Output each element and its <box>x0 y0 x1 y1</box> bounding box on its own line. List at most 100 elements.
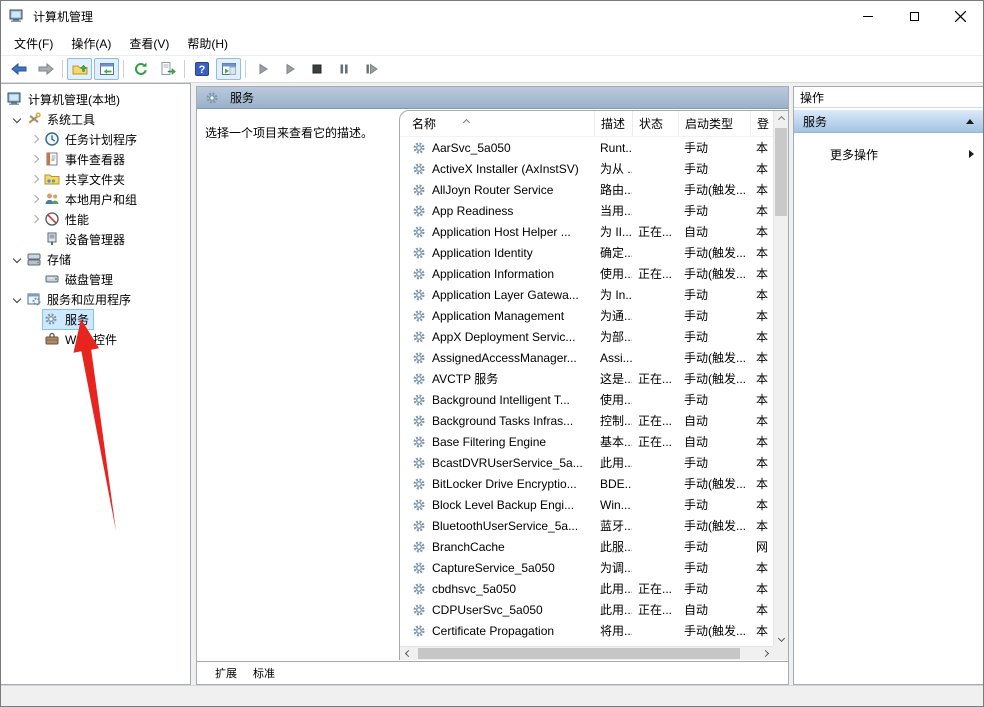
service-row[interactable]: AarSvc_5a050Runt...手动本 <box>400 137 773 158</box>
service-row[interactable]: AppX Deployment Servic...为部...手动本 <box>400 326 773 347</box>
tree-item-local-users-and-groups[interactable]: 本地用户和组 <box>1 189 190 209</box>
scroll-down-button[interactable] <box>774 630 788 646</box>
export-icon <box>160 61 176 77</box>
expander-open-icon[interactable] <box>9 116 25 122</box>
actions-pane-title: 操作 <box>794 87 983 108</box>
step-icon <box>363 61 379 77</box>
scroll-right-button[interactable] <box>757 647 773 660</box>
show-action-pane-button[interactable] <box>216 58 241 80</box>
service-startup-type: 手动(触发... <box>678 349 750 366</box>
tree-item-task-scheduler[interactable]: 任务计划程序 <box>1 129 190 149</box>
expander-closed-icon[interactable] <box>27 136 43 142</box>
pause-service-button[interactable] <box>331 58 356 80</box>
tree-item-services[interactable]: 服务 <box>1 309 190 329</box>
expander-open-icon[interactable] <box>9 256 25 262</box>
stop-service-button[interactable] <box>304 58 329 80</box>
menu-file[interactable]: 文件(F) <box>5 32 62 55</box>
show-console-tree-button[interactable] <box>67 58 92 80</box>
service-row[interactable]: Application Information使用...正在...手动(触发..… <box>400 263 773 284</box>
service-row[interactable]: cbdhsvc_5a050此用...正在...手动本 <box>400 578 773 599</box>
service-logon-as: 本 <box>750 454 772 471</box>
maximize-button[interactable] <box>891 1 937 31</box>
export-list-button[interactable] <box>155 58 180 80</box>
service-description: Runt... <box>594 141 632 155</box>
forward-button[interactable] <box>33 58 58 80</box>
tree-item-services-and-applications[interactable]: 服务和应用程序 <box>1 289 190 309</box>
tree-item-computer-management-local[interactable]: 计算机管理(本地) <box>1 89 190 109</box>
more-actions-item[interactable]: 更多操作 <box>794 143 983 165</box>
service-row[interactable]: Background Tasks Infras...控制...正在...自动本 <box>400 410 773 431</box>
service-row[interactable]: App Readiness当用...手动本 <box>400 200 773 221</box>
service-row[interactable]: AVCTP 服务这是...正在...手动(触发...本 <box>400 368 773 389</box>
column-header-startup-type[interactable]: 启动类型 <box>678 111 750 136</box>
column-header-description[interactable]: 描述 <box>594 111 632 136</box>
start-service-button[interactable] <box>250 58 275 80</box>
service-row[interactable]: CDPUserSvc_5a050此用...正在...自动本 <box>400 599 773 620</box>
service-logon-as: 本 <box>750 433 772 450</box>
tree-item-wmi-control[interactable]: WMI 控件 <box>1 329 190 349</box>
expander-closed-icon[interactable] <box>27 156 43 162</box>
tab-standard[interactable]: 标准 <box>241 662 287 684</box>
scroll-left-button[interactable] <box>400 647 416 660</box>
column-header-name[interactable]: 名称 <box>400 111 594 136</box>
service-row[interactable]: BluetoothUserService_5a...蓝牙...手动(触发...本 <box>400 515 773 536</box>
menu-action[interactable]: 操作(A) <box>62 32 120 55</box>
service-description: 使用... <box>594 265 632 282</box>
service-row[interactable]: BitLocker Drive Encryptio...BDE...手动(触发.… <box>400 473 773 494</box>
service-row[interactable]: Background Intelligent T...使用...手动本 <box>400 389 773 410</box>
service-row[interactable]: Application Management为通...手动本 <box>400 305 773 326</box>
service-startup-type: 手动(触发... <box>678 475 750 492</box>
tree-item-disk-management[interactable]: 磁盘管理 <box>1 269 190 289</box>
service-logon-as: 本 <box>750 370 772 387</box>
service-row[interactable]: ActiveX Installer (AxInstSV)为从 ...手动本 <box>400 158 773 179</box>
services-pane: 服务 选择一个项目来查看它的描述。 名称描述状态启动类型登 AarSvc_5a0… <box>196 86 789 685</box>
tree-item-system-tools[interactable]: 系统工具 <box>1 109 190 129</box>
resume-service-button[interactable] <box>277 58 302 80</box>
service-row[interactable]: Block Level Backup Engi...Win...手动本 <box>400 494 773 515</box>
minimize-button[interactable] <box>845 1 891 31</box>
service-gear-icon <box>412 624 428 638</box>
service-gear-icon <box>412 561 428 575</box>
vertical-scroll-thumb[interactable] <box>775 128 787 216</box>
actions-services-section[interactable]: 服务 <box>794 110 983 133</box>
stop-icon <box>309 61 325 77</box>
tab-extended[interactable]: 扩展 <box>203 662 249 684</box>
expander-closed-icon[interactable] <box>27 176 43 182</box>
restart-service-button[interactable] <box>358 58 383 80</box>
tree-item-storage[interactable]: 存储 <box>1 249 190 269</box>
console-window-button[interactable] <box>94 58 119 80</box>
service-row[interactable]: Application Layer Gatewa...为 In...手动本 <box>400 284 773 305</box>
service-logon-as: 本 <box>750 244 772 261</box>
tree-item-performance[interactable]: 性能 <box>1 209 190 229</box>
help-button[interactable]: ? <box>189 58 214 80</box>
service-row[interactable]: AllJoyn Router Service路由...手动(触发...本 <box>400 179 773 200</box>
refresh-button[interactable] <box>128 58 153 80</box>
back-button[interactable] <box>6 58 31 80</box>
service-row[interactable]: AssignedAccessManager...Assi...手动(触发...本 <box>400 347 773 368</box>
service-row[interactable]: Application Host Helper ...为 II...正在...自… <box>400 221 773 242</box>
column-header-logon[interactable]: 登 <box>750 111 772 136</box>
service-row[interactable]: Base Filtering Engine基本...正在...自动本 <box>400 431 773 452</box>
service-row[interactable]: BranchCache此服...手动网 <box>400 536 773 557</box>
horizontal-scroll-thumb[interactable] <box>418 648 740 659</box>
close-button[interactable] <box>937 1 983 31</box>
tree-item-event-viewer[interactable]: 事件查看器 <box>1 149 190 169</box>
expander-closed-icon[interactable] <box>27 196 43 202</box>
tree-item-device-manager[interactable]: 设备管理器 <box>1 229 190 249</box>
service-row[interactable]: Application Identity确定...手动(触发...本 <box>400 242 773 263</box>
window-title: 计算机管理 <box>33 8 93 25</box>
column-header-status[interactable]: 状态 <box>632 111 678 136</box>
service-row[interactable]: BcastDVRUserService_5a...此用...手动本 <box>400 452 773 473</box>
tree-item-shared-folders[interactable]: 共享文件夹 <box>1 169 190 189</box>
service-gear-icon <box>412 435 428 449</box>
service-name: Application Management <box>432 309 564 323</box>
expander-open-icon[interactable] <box>9 296 25 302</box>
menu-help[interactable]: 帮助(H) <box>178 32 237 55</box>
scroll-up-button[interactable] <box>774 111 788 127</box>
menu-view[interactable]: 查看(V) <box>120 32 178 55</box>
forward-icon <box>38 61 54 77</box>
service-row[interactable]: Certificate Propagation将用...手动(触发...本 <box>400 620 773 641</box>
service-description: 为从 ... <box>594 160 632 177</box>
service-row[interactable]: CaptureService_5a050为调...手动本 <box>400 557 773 578</box>
expander-closed-icon[interactable] <box>27 216 43 222</box>
